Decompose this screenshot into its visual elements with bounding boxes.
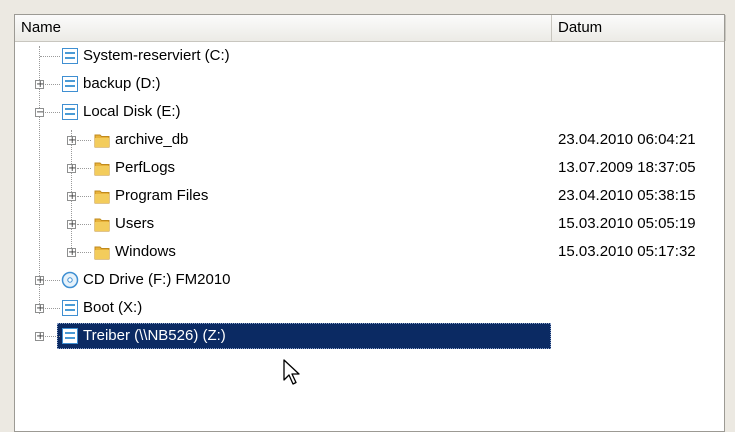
folder-icon (94, 190, 110, 204)
folder-icon (94, 162, 110, 176)
file-tree-panel: Name Datum System-reserviert (C:) + back… (14, 14, 726, 432)
tree-item-label: archive_db (115, 131, 189, 148)
cd-drive-icon (61, 271, 79, 289)
tree-item-date: 13.07.2009 18:37:05 (558, 159, 696, 176)
expand-button[interactable]: + (35, 304, 44, 314)
expand-button[interactable]: + (67, 192, 76, 202)
tree-connector-line (40, 56, 60, 57)
network-drive-icon (62, 328, 78, 344)
expand-button[interactable]: + (35, 332, 44, 342)
tree-item-date: 15.03.2010 05:17:32 (558, 243, 696, 260)
tree-item-date: 15.03.2010 05:05:19 (558, 215, 696, 232)
column-header-date[interactable]: Datum (552, 15, 726, 41)
drive-icon (62, 76, 78, 92)
drive-icon (62, 104, 78, 120)
column-header-name[interactable]: Name (15, 15, 552, 41)
folder-icon (94, 134, 110, 148)
tree-connector-line (77, 168, 91, 169)
tree-item-local-disk[interactable]: − Local Disk (E:) (15, 98, 724, 126)
tree-item-label: Boot (X:) (83, 299, 143, 316)
folder-icon (94, 246, 110, 260)
tree-connector-line (77, 196, 91, 197)
tree-item-label: Local Disk (E:) (83, 103, 181, 120)
tree-connector-line (45, 84, 60, 85)
tree-item-label: System-reserviert (C:) (83, 47, 230, 64)
tree-item-cd-drive[interactable]: + CD Drive (F:) FM2010 (15, 266, 724, 294)
tree-connector-line (45, 280, 60, 281)
tree-item-date: 23.04.2010 06:04:21 (558, 131, 696, 148)
tree-connector-line (45, 308, 60, 309)
tree-connector-line (77, 140, 91, 141)
tree-item-label: CD Drive (F:) FM2010 (83, 271, 231, 288)
tree-item-program-files[interactable]: + Program Files 23.04.2010 05:38:15 (15, 182, 724, 210)
tree-item-system-reserviert[interactable]: System-reserviert (C:) (15, 42, 724, 70)
collapse-button[interactable]: − (35, 108, 44, 118)
expand-button[interactable]: + (35, 80, 44, 90)
expand-button[interactable]: + (67, 136, 76, 146)
tree-item-label: Users (115, 215, 155, 232)
expand-button[interactable]: + (35, 276, 44, 286)
tree-item-windows[interactable]: + Windows 15.03.2010 05:17:32 (15, 238, 724, 266)
tree-connector-line (45, 112, 60, 113)
tree-item-date: 23.04.2010 05:38:15 (558, 187, 696, 204)
tree-item-label: Program Files (115, 187, 209, 204)
tree-item-perflogs[interactable]: + PerfLogs 13.07.2009 18:37:05 (15, 154, 724, 182)
tree-connector-line (77, 224, 91, 225)
tree-item-label: backup (D:) (83, 75, 161, 92)
tree-item-label: Treiber (\\NB526) (Z:) (83, 327, 226, 344)
tree-item-users[interactable]: + Users 15.03.2010 05:05:19 (15, 210, 724, 238)
drive-icon (62, 48, 78, 64)
expand-button[interactable]: + (67, 164, 76, 174)
tree-connector-line (45, 336, 60, 337)
tree-item-backup[interactable]: + backup (D:) (15, 70, 724, 98)
tree-item-label: PerfLogs (115, 159, 176, 176)
mouse-cursor-icon (283, 359, 300, 385)
expand-button[interactable]: + (67, 220, 76, 230)
drive-icon (62, 300, 78, 316)
expand-button[interactable]: + (67, 248, 76, 258)
tree-item-boot[interactable]: + Boot (X:) (15, 294, 724, 322)
column-header: Name Datum (15, 15, 726, 42)
tree-item-label: Windows (115, 243, 176, 260)
folder-icon (94, 218, 110, 232)
tree-item-treiber[interactable]: + Treiber (\\NB526) (Z:) (15, 322, 724, 350)
tree-connector-line (77, 252, 91, 253)
tree-item-archive-db[interactable]: + archive_db 23.04.2010 06:04:21 (15, 126, 724, 154)
